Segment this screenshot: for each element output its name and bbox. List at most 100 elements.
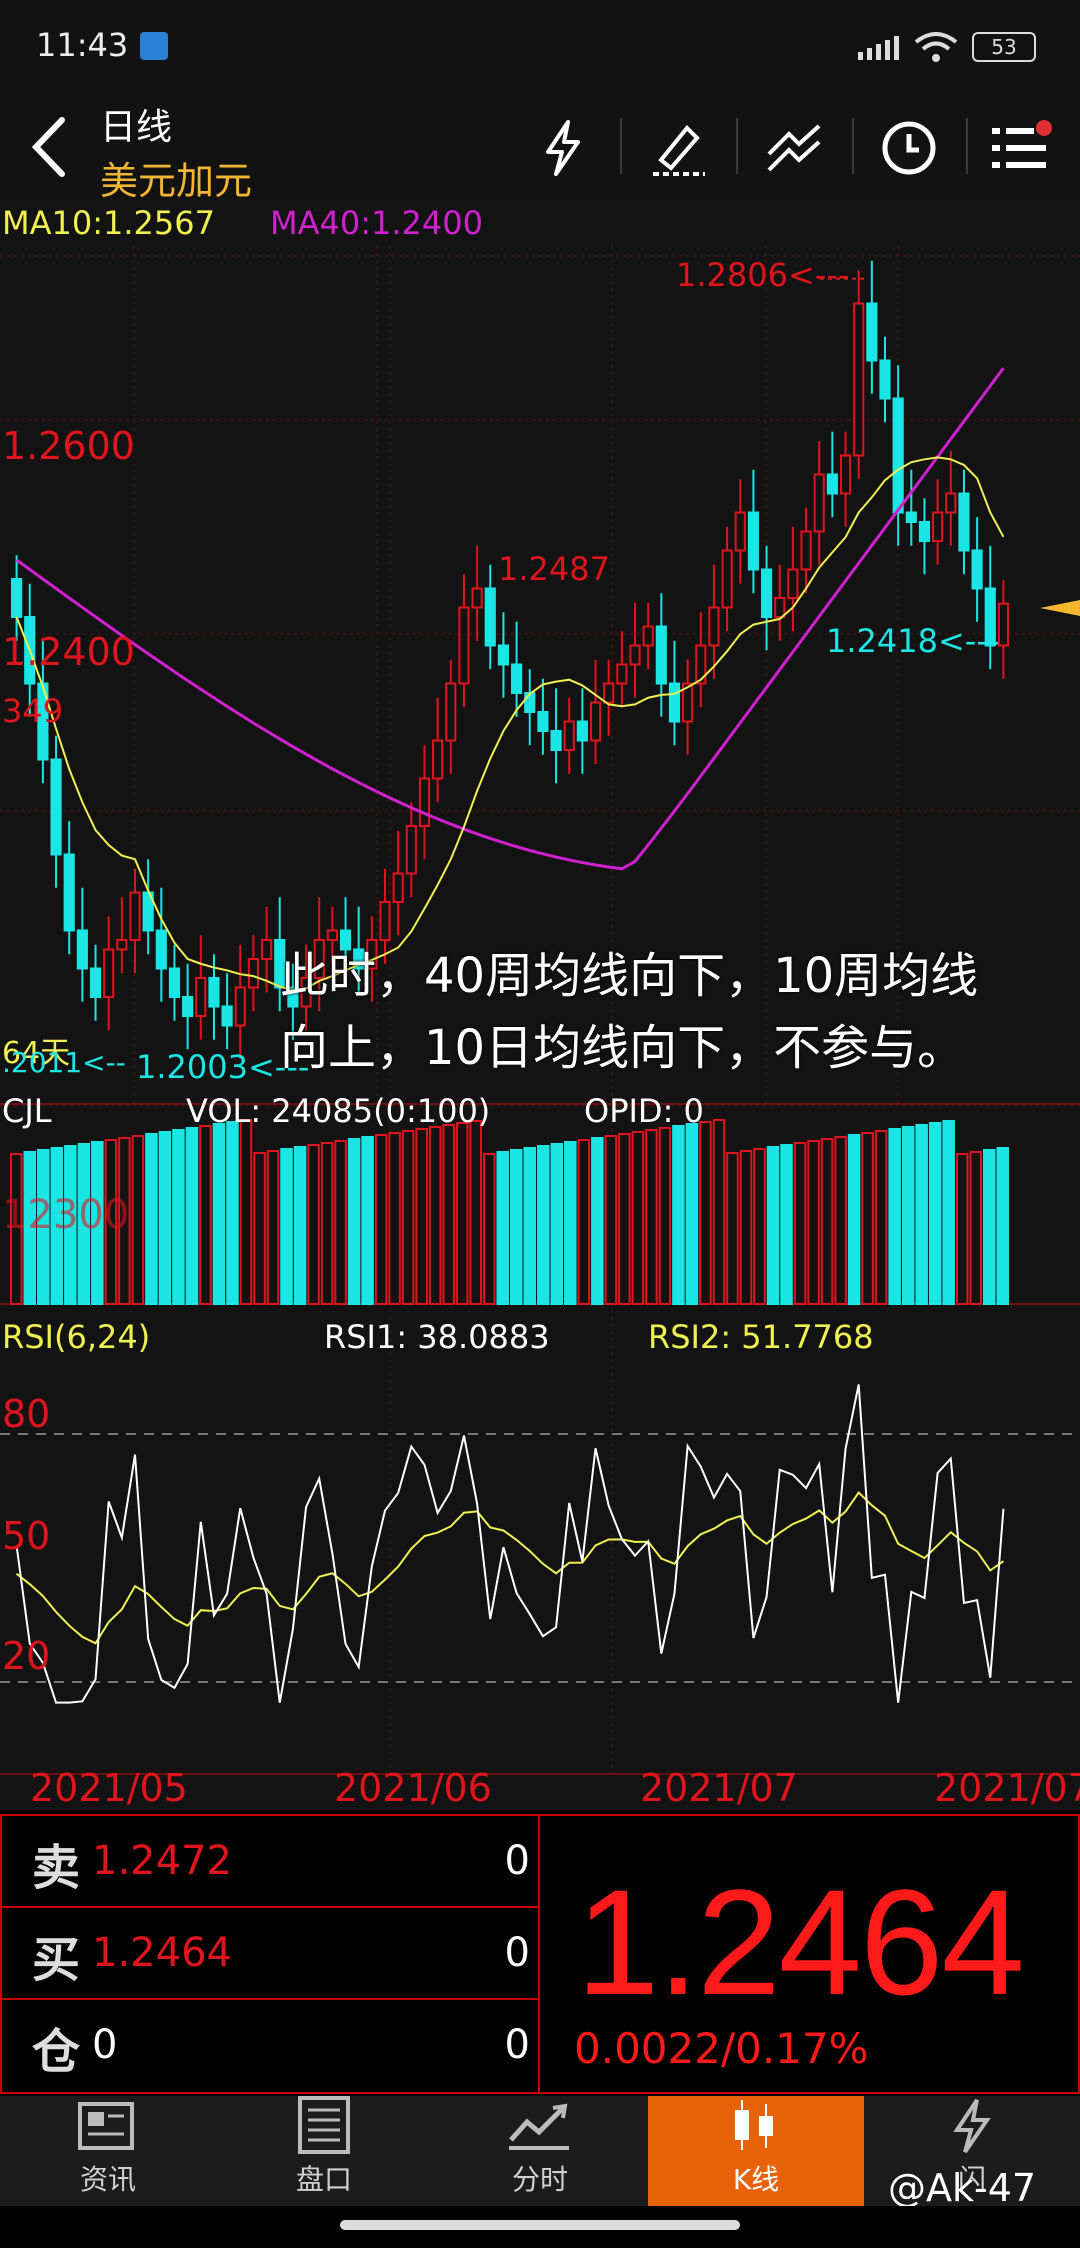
volume-bar [847, 1134, 861, 1305]
candle-body [247, 958, 259, 989]
flash-icon [953, 2098, 991, 2154]
sell-row[interactable]: 卖 1.2472 0 [0, 1814, 540, 1908]
position-value: 0 [92, 2022, 118, 2068]
volume-bar [158, 1131, 172, 1305]
home-indicator[interactable] [340, 2220, 740, 2230]
volume-bar [523, 1147, 537, 1305]
volume-bar [996, 1147, 1010, 1305]
candle-body [642, 625, 654, 647]
last-price: 1.2464 [576, 1858, 1025, 2026]
candle-body [418, 777, 431, 827]
candle-body [76, 929, 88, 970]
candle-body [50, 758, 62, 856]
date-label: 2021/05 [30, 1766, 188, 1810]
candle-body [958, 492, 970, 552]
candle-body [182, 996, 194, 1017]
candle-body [892, 397, 904, 514]
rsi-title: RSI(6,24) [2, 1318, 151, 1356]
candle-body [405, 825, 417, 875]
candle-body [603, 682, 615, 704]
candle-body [537, 711, 549, 732]
candle-body [261, 939, 273, 960]
buy-quantity: 0 [504, 1930, 530, 1976]
candle-body [655, 625, 667, 685]
tab-kline[interactable]: K线 [648, 2096, 864, 2206]
volume-bar [753, 1148, 766, 1305]
volume-bar [496, 1151, 509, 1305]
commentary-text: 此时，40周均线向下，10周均线 向上，10日均线向下，不参与。 [280, 940, 978, 1084]
volume-bar [874, 1130, 888, 1305]
tab-news[interactable]: 资讯 [0, 2096, 216, 2206]
candle-body [129, 891, 141, 941]
toolbar-divider [736, 118, 738, 174]
candle-body [471, 587, 483, 609]
candle-body [589, 701, 602, 742]
candle-body [971, 549, 983, 590]
candle-body [445, 682, 457, 742]
volume-bar [131, 1135, 145, 1305]
candle-body [826, 473, 838, 495]
volume-bar [172, 1129, 185, 1305]
candle-body [326, 929, 338, 941]
position-row[interactable]: 仓 0 0 [0, 1998, 540, 2094]
candle-body [616, 663, 628, 685]
ma40-value: MA40:1.2400 [270, 204, 483, 242]
toolbar-divider [966, 118, 968, 174]
candle-body [945, 492, 957, 514]
volume-bar [834, 1136, 847, 1305]
volume-bar [482, 1153, 496, 1305]
candle-body [839, 454, 852, 495]
buy-price: 1.2464 [92, 1930, 232, 1976]
candle-body [721, 549, 733, 609]
tab-label: 资讯 [79, 2163, 136, 2196]
orderbook-icon [298, 2096, 350, 2154]
candle-body [458, 606, 470, 685]
volume-bar [739, 1150, 753, 1305]
volume-bar [766, 1146, 780, 1305]
candle-body [774, 597, 786, 618]
flash-button[interactable] [518, 104, 608, 192]
position-quantity: 0 [504, 2022, 530, 2068]
volume-bar [293, 1146, 307, 1305]
candle-body [208, 977, 220, 1008]
volume-bar [658, 1127, 672, 1305]
volume-bar [212, 1123, 226, 1305]
back-icon[interactable] [24, 112, 72, 182]
period-button[interactable] [864, 104, 954, 192]
volume-bar [861, 1132, 874, 1305]
volume-bar [253, 1152, 266, 1305]
price-change: 0.0022/0.17% [574, 2024, 869, 2073]
home-indicator-area [0, 2206, 1080, 2248]
candle-body [116, 939, 128, 951]
volume-bar [604, 1135, 618, 1305]
buy-row[interactable]: 买 1.2464 0 [0, 1906, 540, 2000]
volume-scale-label: 12300 [2, 1192, 130, 1238]
volume-bar [185, 1127, 199, 1305]
rsi1-value: RSI1: 38.0883 [324, 1318, 550, 1356]
draw-button[interactable] [634, 104, 724, 192]
menu-button[interactable] [976, 104, 1066, 192]
volume-bar [307, 1144, 320, 1305]
volume-title: CJL [2, 1092, 52, 1130]
candle-body [432, 739, 444, 780]
volume-bar [888, 1128, 901, 1305]
status-time: 11:43 [36, 26, 129, 64]
volume-bar [780, 1144, 793, 1305]
candle-body [221, 1005, 233, 1027]
volume-bar [712, 1119, 726, 1305]
volume-bar [955, 1153, 969, 1305]
candle-body [484, 587, 496, 647]
battery-icon: 53 [972, 32, 1036, 62]
tab-orderbook[interactable]: 盘口 [216, 2096, 432, 2206]
indicator-button[interactable] [750, 104, 840, 192]
buy-label: 买 [32, 1932, 81, 1988]
volume-bar [793, 1142, 807, 1305]
volume-bar [564, 1141, 577, 1305]
candle-body [813, 473, 825, 533]
tab-timeshare[interactable]: 分时 [432, 2096, 648, 2206]
high-annotation: 1.2806<--- [676, 256, 850, 294]
volume-bar [820, 1138, 834, 1305]
volume-bar [145, 1133, 158, 1305]
candle-body [103, 948, 115, 998]
volume-bar [631, 1131, 645, 1305]
